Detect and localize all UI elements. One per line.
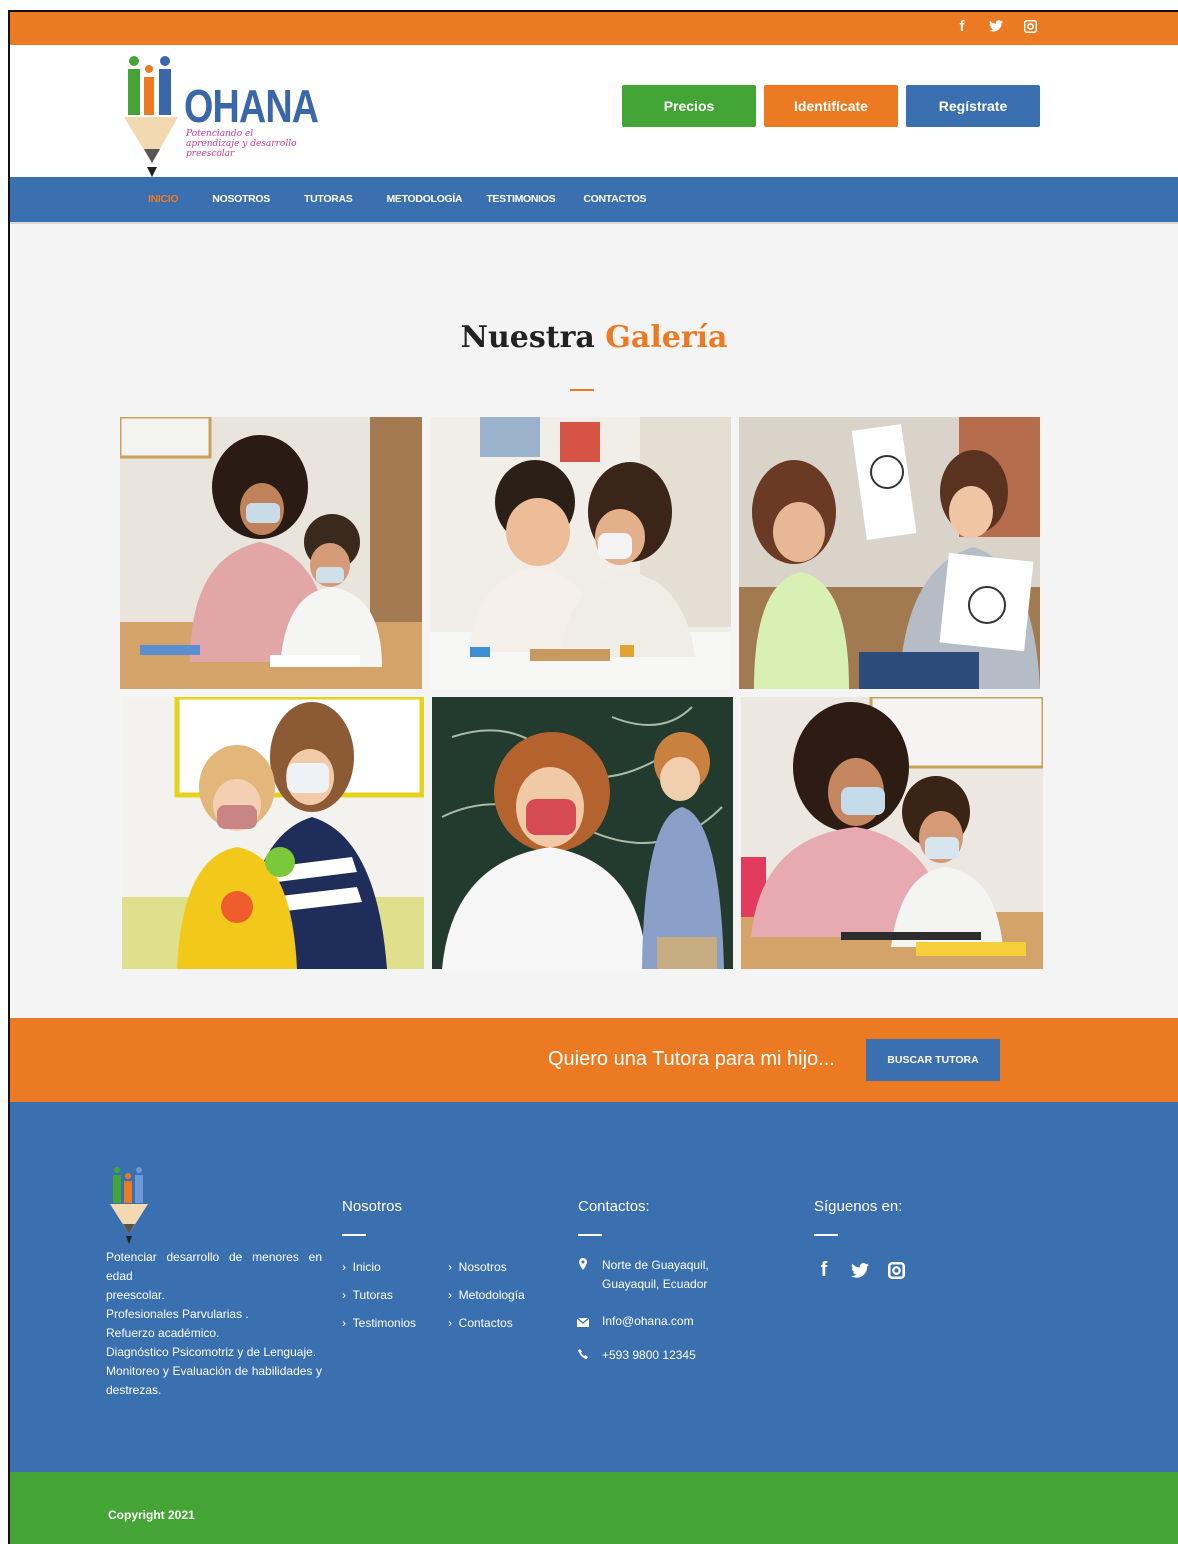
footer-logo-icon xyxy=(110,1167,148,1244)
map-marker-icon xyxy=(576,1258,590,1273)
footer-address-line: Guayaquil, Ecuador xyxy=(602,1277,708,1291)
gallery-title-divider xyxy=(570,389,594,391)
register-button[interactable]: Regístrate xyxy=(906,85,1040,127)
nav-item-tutoras[interactable]: TUTORAS xyxy=(304,193,353,205)
gallery-section: Nuestra Galería xyxy=(10,224,1178,1018)
footer-link-label: Metodología xyxy=(458,1288,525,1302)
footer-social-links: f xyxy=(814,1258,906,1282)
brand-logo[interactable]: OHANA Potenciando el aprendizaje y desar… xyxy=(122,51,319,177)
footer-link-tutoras[interactable]: › Tutoras xyxy=(342,1288,393,1302)
footer-follow-title: Síguenos en: xyxy=(814,1198,903,1215)
gallery-photo-5[interactable] xyxy=(432,697,733,969)
footer-phone[interactable]: +593 9800 12345 xyxy=(602,1346,696,1365)
footer-link-label: Inicio xyxy=(352,1260,381,1274)
envelope-icon xyxy=(576,1316,590,1330)
header: OHANA Potenciando el aprendizaje y desar… xyxy=(10,45,1178,177)
cta-band: Quiero una Tutora para mi hijo... BUSCAR… xyxy=(10,1018,1178,1102)
find-tutor-button[interactable]: BUSCAR TUTORA xyxy=(866,1039,1000,1081)
footer-link-metodologia[interactable]: › Metodología xyxy=(448,1288,525,1302)
footer-link-contactos[interactable]: › Contactos xyxy=(448,1316,513,1330)
gallery-photo-6[interactable] xyxy=(741,697,1043,969)
top-bar: f xyxy=(10,12,1178,45)
brand-tagline: Potenciando el aprendizaje y desarrollo … xyxy=(186,129,297,159)
phone-icon xyxy=(576,1348,590,1362)
footer-desc-line: Diagnóstico Psicomotriz y de Lenguaje. xyxy=(106,1345,317,1359)
footer-follow-divider xyxy=(814,1234,838,1236)
footer-link-nosotros[interactable]: › Nosotros xyxy=(448,1260,507,1274)
footer-link-label: Contactos xyxy=(458,1316,513,1330)
main-nav: INICIO NOSOTROS TUTORAS METODOLOGÍA TEST… xyxy=(10,177,1178,224)
pencil-figures-icon xyxy=(124,56,178,177)
instagram-icon[interactable] xyxy=(886,1258,906,1282)
twitter-icon[interactable] xyxy=(850,1258,870,1282)
footer-link-inicio[interactable]: › Inicio xyxy=(342,1260,381,1274)
footer-desc-line: Potenciar desarrollo de menores en edad xyxy=(106,1250,322,1283)
nav-item-inicio[interactable]: INICIO xyxy=(148,193,179,205)
footer-link-testimonios[interactable]: › Testimonios xyxy=(342,1316,416,1330)
nav-item-testimonios[interactable]: TESTIMONIOS xyxy=(486,193,555,205)
footer-description: Potenciar desarrollo de menores en edad … xyxy=(106,1248,322,1400)
gallery-photo-3[interactable] xyxy=(739,417,1040,689)
gallery-photo-1[interactable] xyxy=(120,417,422,689)
footer-contact-title: Contactos: xyxy=(578,1198,650,1215)
footer-desc-line: Profesionales Parvularias . xyxy=(106,1307,249,1321)
twitter-icon[interactable] xyxy=(988,16,1004,36)
login-button[interactable]: Identifícate xyxy=(764,85,898,127)
gallery-photo-4[interactable] xyxy=(122,697,424,969)
gallery-title-accent: Galería xyxy=(605,320,728,355)
gallery-title-main: Nuestra xyxy=(460,320,595,355)
page-frame: f OHANA Potenciando el aprendizaje y des… xyxy=(8,10,1178,1544)
facebook-icon[interactable]: f xyxy=(814,1258,834,1282)
header-actions: Precios Identifícate Regístrate xyxy=(622,85,1040,127)
footer-address: Norte de Guayaquil, Guayaquil, Ecuador xyxy=(602,1256,709,1294)
footer-desc-line: Refuerzo académico. xyxy=(106,1326,220,1340)
footer-about-divider xyxy=(342,1234,366,1236)
copyright-bar: Copyright 2021 xyxy=(10,1472,1178,1544)
footer-desc-line: destrezas. xyxy=(106,1383,162,1397)
nav-item-metodologia[interactable]: METODOLOGÍA xyxy=(386,193,462,205)
footer-contact-divider xyxy=(578,1234,602,1236)
gallery-photo-2[interactable] xyxy=(430,417,731,689)
footer-desc-line: preescolar. xyxy=(106,1288,165,1302)
gallery-title: Nuestra Galería xyxy=(10,320,1178,355)
instagram-icon[interactable] xyxy=(1022,16,1038,36)
footer-email[interactable]: Info@ohana.com xyxy=(602,1312,694,1331)
footer-about-title: Nosotros xyxy=(342,1198,403,1215)
nav-item-contactos[interactable]: CONTACTOS xyxy=(583,193,646,205)
facebook-icon[interactable]: f xyxy=(954,16,970,36)
nav-item-nosotros[interactable]: NOSOTROS xyxy=(212,193,270,205)
prices-button[interactable]: Precios xyxy=(622,85,756,127)
footer-link-label: Testimonios xyxy=(352,1316,417,1330)
footer: Potenciar desarrollo de menores en edad … xyxy=(10,1102,1178,1472)
footer-address-line: Norte de Guayaquil, xyxy=(602,1258,709,1272)
footer-link-label: Tutoras xyxy=(352,1288,393,1302)
brand-name: OHANA xyxy=(184,80,319,132)
copyright-text: Copyright 2021 xyxy=(108,1508,195,1522)
cta-text: Quiero una Tutora para mi hijo... xyxy=(548,1048,835,1070)
top-social-links: f xyxy=(954,16,1038,36)
footer-link-label: Nosotros xyxy=(458,1260,507,1274)
footer-desc-line: Monitoreo y Evaluación de habilidades y xyxy=(106,1364,322,1378)
